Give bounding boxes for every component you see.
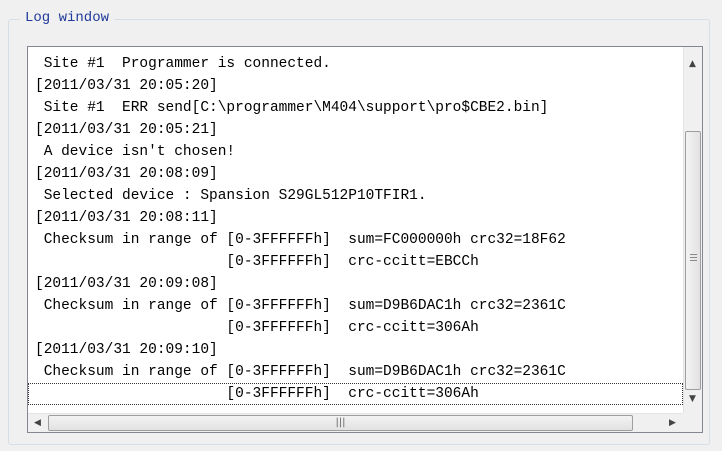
vertical-scrollbar[interactable]: ▲ ▼ xyxy=(683,47,702,414)
log-line[interactable]: [2011/03/31 20:05:20] xyxy=(28,75,683,97)
horizontal-scrollbar[interactable]: ◀ ||| ▶ xyxy=(28,413,683,432)
right-arrow-icon[interactable]: ▶ xyxy=(669,418,676,428)
log-window-title: Log window xyxy=(20,9,115,27)
log-line[interactable]: Checksum in range of [0-3FFFFFFh] sum=D9… xyxy=(28,361,683,383)
grip-icon xyxy=(690,257,697,258)
up-arrow-icon[interactable]: ▲ xyxy=(689,59,696,69)
log-line[interactable]: Checksum in range of [0-3FFFFFFh] sum=D9… xyxy=(28,295,683,317)
log-line[interactable]: Site #1 ERR send[C:\programmer\M404\supp… xyxy=(28,97,683,119)
log-line[interactable]: [2011/03/31 20:05:21] xyxy=(28,119,683,141)
log-line[interactable]: Checksum in range of [0-3FFFFFFh] sum=FC… xyxy=(28,229,683,251)
scrollbar-corner xyxy=(683,413,702,432)
vertical-scroll-thumb[interactable] xyxy=(685,131,701,390)
log-list[interactable]: Site #1 Programmer is connected. [2011/03… xyxy=(28,47,683,414)
log-line[interactable]: [2011/03/31 20:08:11] xyxy=(28,207,683,229)
log-line[interactable]: [0-3FFFFFFh] crc-ccitt=306Ah xyxy=(28,317,683,339)
log-line[interactable]: [0-3FFFFFFh] crc-ccitt=306Ah xyxy=(28,383,683,405)
grip-icon: ||| xyxy=(335,417,346,428)
down-arrow-icon[interactable]: ▼ xyxy=(689,394,696,404)
log-line[interactable]: Selected device : Spansion S29GL512P10TF… xyxy=(28,185,683,207)
horizontal-scroll-thumb[interactable]: ||| xyxy=(48,415,633,431)
grip-icon xyxy=(690,254,697,255)
log-line[interactable]: A device isn't chosen! xyxy=(28,141,683,163)
log-listbox[interactable]: Site #1 Programmer is connected. [2011/03… xyxy=(27,46,703,433)
log-line[interactable]: [2011/03/31 20:08:09] xyxy=(28,163,683,185)
grip-icon xyxy=(690,260,697,261)
left-arrow-icon[interactable]: ◀ xyxy=(34,418,41,428)
log-line[interactable]: [2011/03/31 20:09:08] xyxy=(28,273,683,295)
log-line[interactable]: Site #1 Programmer is connected. xyxy=(28,53,683,75)
log-line[interactable]: [2011/03/31 20:09:10] xyxy=(28,339,683,361)
log-line[interactable]: [0-3FFFFFFh] crc-ccitt=EBCCh xyxy=(28,251,683,273)
